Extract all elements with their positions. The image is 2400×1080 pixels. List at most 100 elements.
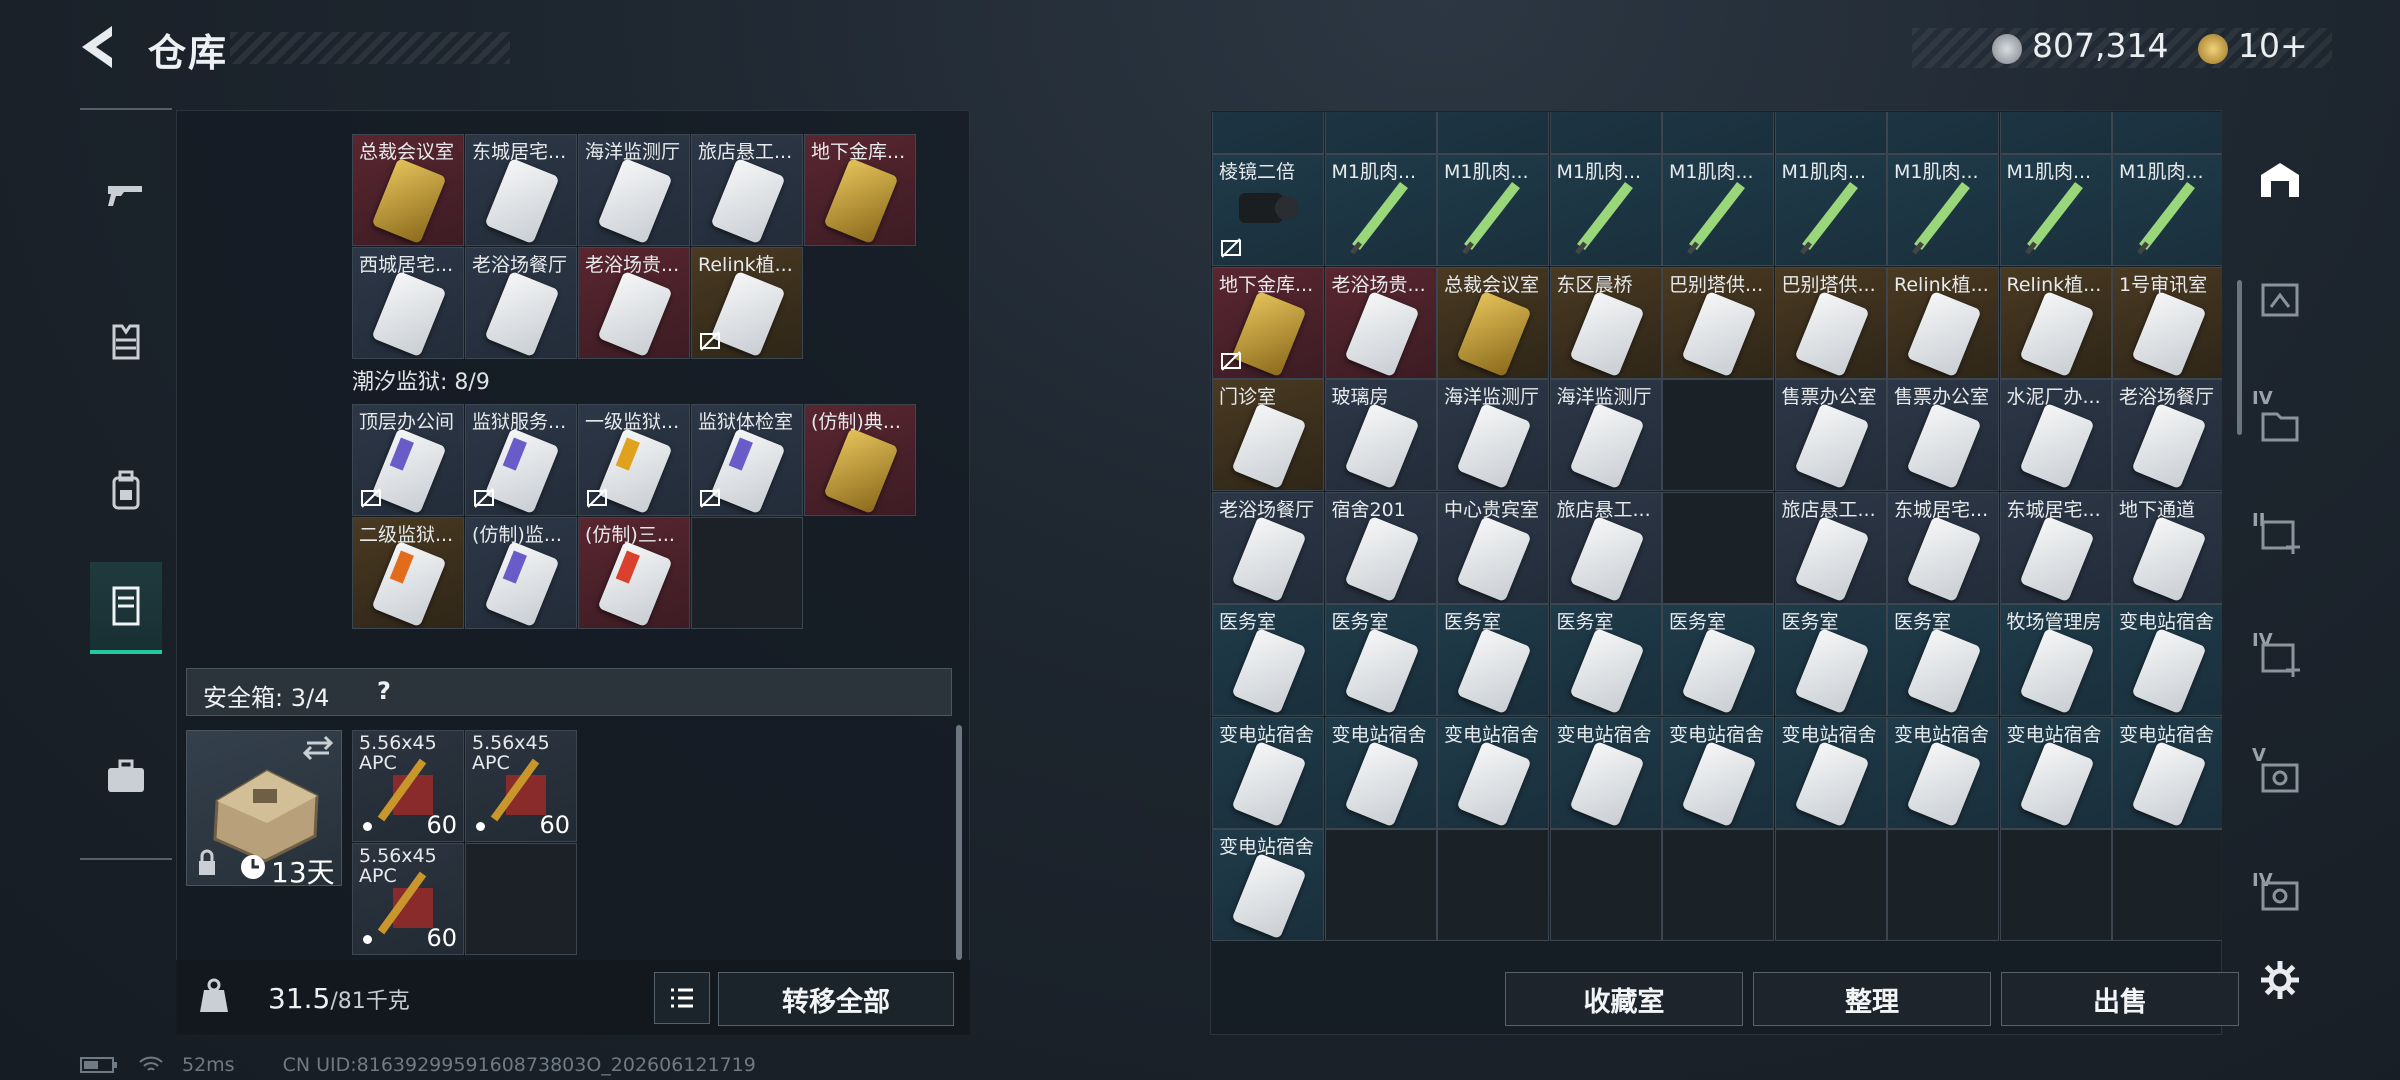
key-card-item[interactable]: 变电站宿舍 bbox=[1437, 716, 1549, 829]
key-card-item[interactable]: 变电站宿舍 bbox=[1212, 716, 1324, 829]
empty-slot[interactable] bbox=[1662, 379, 1774, 491]
key-card-item[interactable]: 变电站宿舍 bbox=[1549, 716, 1662, 829]
key-card-item[interactable]: (仿制)监... bbox=[465, 517, 577, 629]
empty-slot[interactable] bbox=[1887, 829, 1999, 941]
key-card-item[interactable]: 一级监狱... bbox=[578, 404, 690, 516]
key-card-item[interactable]: 旅店悬工... bbox=[1774, 491, 1887, 604]
key-card-item[interactable]: 变电站宿舍 bbox=[2112, 716, 2222, 829]
key-card-item[interactable]: 巴别塔供... bbox=[1774, 266, 1887, 379]
key-card-item[interactable]: 牧场管理房 bbox=[1999, 604, 2112, 716]
key-card-item[interactable]: 总裁会议室 bbox=[1437, 266, 1549, 379]
rail-tab-6[interactable] bbox=[2250, 748, 2310, 808]
storage-slot[interactable] bbox=[1999, 112, 2112, 154]
key-card-item[interactable]: 监狱体检室 bbox=[691, 404, 803, 516]
key-card-item[interactable]: 医务室 bbox=[1212, 604, 1324, 716]
key-card-item[interactable]: 东城居宅... bbox=[1887, 491, 1999, 604]
key-card-item[interactable]: 旅店悬工... bbox=[691, 134, 803, 246]
stim-item[interactable]: M1肌肉... bbox=[1999, 154, 2112, 266]
scope-item[interactable]: 棱镜二倍 bbox=[1212, 154, 1324, 266]
empty-slot[interactable] bbox=[1662, 491, 1774, 604]
key-card-item[interactable]: 总裁会议室 bbox=[352, 134, 464, 246]
key-card-item[interactable]: 售票办公室 bbox=[1774, 379, 1887, 491]
storage-slot[interactable] bbox=[2112, 112, 2222, 154]
key-card-item[interactable]: 地下通道 bbox=[2112, 491, 2222, 604]
ammo-item[interactable]: 5.56x45 APC 60 bbox=[465, 730, 577, 842]
stim-item[interactable]: M1肌肉... bbox=[2112, 154, 2222, 266]
empty-slot[interactable] bbox=[1999, 829, 2112, 941]
storage-slot[interactable] bbox=[1549, 112, 1662, 154]
key-card-item[interactable]: 变电站宿舍 bbox=[1999, 716, 2112, 829]
key-card-item[interactable]: 海洋监测厅 bbox=[578, 134, 690, 246]
empty-slot[interactable] bbox=[1774, 829, 1887, 941]
key-card-item[interactable]: 东城居宅... bbox=[1999, 491, 2112, 604]
key-card-item[interactable]: 监狱服务... bbox=[465, 404, 577, 516]
ammo-item[interactable]: 5.56x45 APC 60 bbox=[352, 843, 464, 955]
empty-slot[interactable] bbox=[691, 517, 803, 629]
armor-tab[interactable] bbox=[90, 306, 162, 378]
storage-scrollbar[interactable] bbox=[2237, 280, 2242, 435]
key-card-item[interactable]: 海洋监测厅 bbox=[1549, 379, 1662, 491]
key-card-item[interactable]: 变电站宿舍 bbox=[1662, 716, 1774, 829]
key-card-item[interactable]: 东城居宅... bbox=[465, 134, 577, 246]
empty-slot[interactable] bbox=[1324, 829, 1437, 941]
key-card-item[interactable]: 老浴场餐厅 bbox=[465, 247, 577, 359]
key-card-item[interactable]: 变电站宿舍 bbox=[1774, 716, 1887, 829]
key-card-item[interactable]: 宿舍201 bbox=[1324, 491, 1437, 604]
stim-item[interactable]: M1肌肉... bbox=[1324, 154, 1437, 266]
key-card-item[interactable]: (仿制)三... bbox=[578, 517, 690, 629]
rail-home-tab[interactable] bbox=[2250, 150, 2310, 210]
key-card-item[interactable]: 海洋监测厅 bbox=[1437, 379, 1549, 491]
stim-item[interactable]: M1肌肉... bbox=[1774, 154, 1887, 266]
storage-tab[interactable] bbox=[90, 562, 162, 654]
key-card-item[interactable]: 东区晨桥 bbox=[1549, 266, 1662, 379]
key-card-item[interactable]: 二级监狱... bbox=[352, 517, 464, 629]
key-card-item[interactable]: 售票办公室 bbox=[1887, 379, 1999, 491]
help-button[interactable]: ? bbox=[377, 677, 391, 705]
empty-slot[interactable] bbox=[1662, 829, 1774, 941]
key-card-item[interactable]: 1号审讯室 bbox=[2112, 266, 2222, 379]
key-card-item[interactable]: 地下金库... bbox=[1212, 266, 1324, 379]
key-card-item[interactable]: 西城居宅... bbox=[352, 247, 464, 359]
key-card-item[interactable]: 医务室 bbox=[1774, 604, 1887, 716]
key-card-item[interactable]: 巴别塔供... bbox=[1662, 266, 1774, 379]
key-card-item[interactable]: Relink植... bbox=[1999, 266, 2112, 379]
key-card-item[interactable]: Relink植... bbox=[691, 247, 803, 359]
key-card-item[interactable]: 门诊室 bbox=[1212, 379, 1324, 491]
empty-slot[interactable] bbox=[465, 843, 577, 955]
key-card-item[interactable]: 老浴场餐厅 bbox=[1212, 491, 1324, 604]
storage-slot[interactable] bbox=[1662, 112, 1774, 154]
storage-slot[interactable] bbox=[1887, 112, 1999, 154]
key-card-item[interactable]: 变电站宿舍 bbox=[2112, 604, 2222, 716]
stim-item[interactable]: M1肌肉... bbox=[1549, 154, 1662, 266]
key-card-item[interactable]: 变电站宿舍 bbox=[1887, 716, 1999, 829]
stim-item[interactable]: M1肌肉... bbox=[1662, 154, 1774, 266]
settings-button[interactable] bbox=[2250, 950, 2310, 1010]
empty-slot[interactable] bbox=[1437, 829, 1549, 941]
key-card-item[interactable]: 地下金库... bbox=[804, 134, 916, 246]
empty-slot[interactable] bbox=[2112, 829, 2222, 941]
key-card-item[interactable]: 医务室 bbox=[1887, 604, 1999, 716]
sell-button[interactable]: 出售 bbox=[2001, 972, 2239, 1026]
rail-tab-3[interactable] bbox=[2250, 395, 2310, 455]
case-tab[interactable] bbox=[90, 740, 162, 812]
back-button[interactable] bbox=[78, 22, 124, 72]
empty-slot[interactable] bbox=[1549, 829, 1662, 941]
key-card-item[interactable]: 顶层办公间 bbox=[352, 404, 464, 516]
rail-tab-5[interactable] bbox=[2250, 628, 2310, 688]
safe-case-item[interactable]: 13天 bbox=[186, 730, 342, 889]
key-card-item[interactable]: 旅店悬工... bbox=[1549, 491, 1662, 604]
key-card-item[interactable]: 玻璃房 bbox=[1324, 379, 1437, 491]
storage-slot[interactable] bbox=[1212, 112, 1324, 154]
transfer-all-button[interactable]: 转移全部 bbox=[718, 972, 954, 1026]
rail-tab-2[interactable] bbox=[2250, 270, 2310, 330]
sort-button[interactable]: 整理 bbox=[1753, 972, 1991, 1026]
stim-item[interactable]: M1肌肉... bbox=[1437, 154, 1549, 266]
key-card-item[interactable]: 中心贵宾室 bbox=[1437, 491, 1549, 604]
key-card-item[interactable]: 医务室 bbox=[1662, 604, 1774, 716]
key-card-item[interactable]: 水泥厂办... bbox=[1999, 379, 2112, 491]
key-card-item[interactable]: 老浴场餐厅 bbox=[2112, 379, 2222, 491]
backpack-tab[interactable] bbox=[90, 454, 162, 526]
ammo-item[interactable]: 5.56x45 APC 60 bbox=[352, 730, 464, 842]
inventory-scrollbar[interactable] bbox=[956, 725, 962, 960]
key-card-item[interactable]: 医务室 bbox=[1549, 604, 1662, 716]
